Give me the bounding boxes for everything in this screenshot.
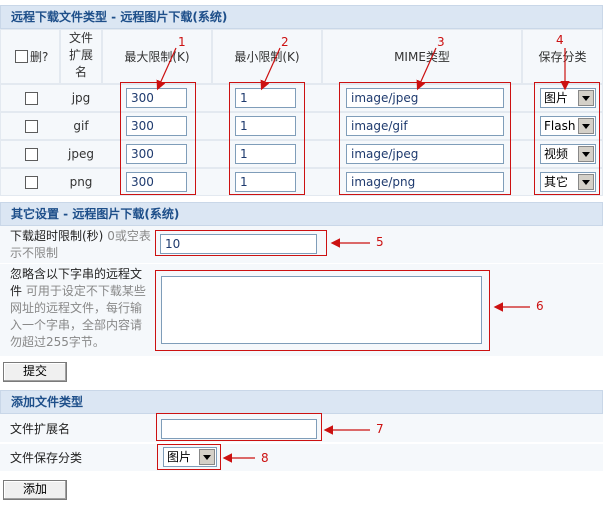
callout-4: 4 bbox=[556, 33, 564, 47]
callout-6: 6 bbox=[536, 299, 544, 313]
callout-7: 7 bbox=[376, 422, 384, 436]
annotation-arrows bbox=[156, 47, 570, 463]
callout-1: 1 bbox=[178, 35, 186, 49]
callout-2: 2 bbox=[281, 35, 289, 49]
callout-8: 8 bbox=[261, 451, 269, 465]
callout-5: 5 bbox=[376, 235, 384, 249]
arrow-3 bbox=[416, 47, 437, 91]
arrow-2 bbox=[260, 47, 281, 91]
callout-3: 3 bbox=[437, 35, 445, 49]
arrow-1 bbox=[156, 47, 177, 91]
